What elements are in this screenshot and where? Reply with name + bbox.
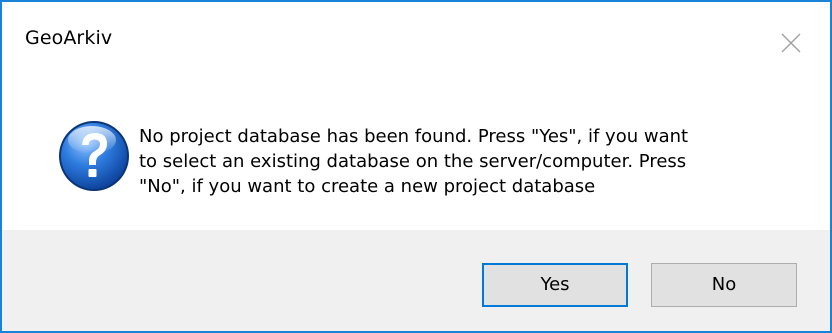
no-button[interactable]: No bbox=[651, 263, 797, 307]
title-bar[interactable]: GeoArkiv bbox=[2, 2, 830, 88]
dialog-content: No project database has been found. Pres… bbox=[2, 88, 830, 230]
window-title: GeoArkiv bbox=[25, 27, 113, 49]
yes-button[interactable]: Yes bbox=[482, 263, 628, 307]
message-dialog: GeoArkiv No project database has been fo… bbox=[0, 0, 832, 333]
dialog-message: No project database has been found. Pres… bbox=[139, 126, 689, 197]
button-bar: Yes No bbox=[2, 230, 830, 331]
close-icon bbox=[781, 33, 801, 53]
question-icon bbox=[59, 121, 129, 191]
close-button[interactable] bbox=[760, 2, 830, 88]
